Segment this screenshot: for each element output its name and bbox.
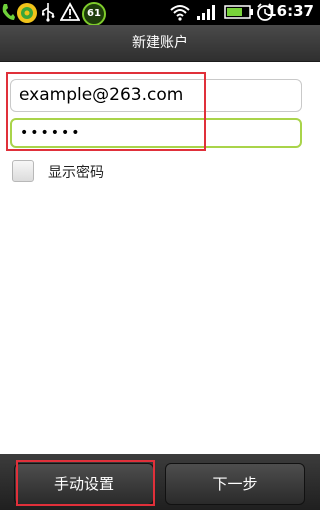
- page-title: 新建账户: [132, 35, 188, 51]
- usb-icon: [42, 3, 55, 22]
- next-button[interactable]: 下一步: [165, 463, 305, 505]
- email-field[interactable]: example@263.com: [10, 79, 302, 112]
- show-password-checkbox[interactable]: [12, 160, 34, 182]
- phone-icon: [2, 4, 15, 20]
- manual-setup-button[interactable]: 手动设置: [14, 463, 154, 505]
- wifi-icon: [170, 5, 190, 21]
- battery-level-badge: 61: [82, 2, 106, 26]
- signal-icon: [197, 5, 215, 20]
- title-bar: 新建账户: [0, 25, 320, 62]
- screen: 61 16:37 新建账户 example@263.com •••••• 显示密…: [0, 0, 320, 510]
- clock: 16:37: [266, 2, 314, 20]
- bottom-bar: 手动设置 下一步: [0, 454, 320, 510]
- show-password-label: 显示密码: [48, 165, 104, 181]
- battery-icon: [224, 5, 253, 19]
- password-field[interactable]: ••••••: [10, 118, 302, 148]
- status-bar: 61 16:37: [0, 0, 320, 26]
- app-icon: [17, 3, 37, 23]
- warning-icon: [60, 2, 80, 21]
